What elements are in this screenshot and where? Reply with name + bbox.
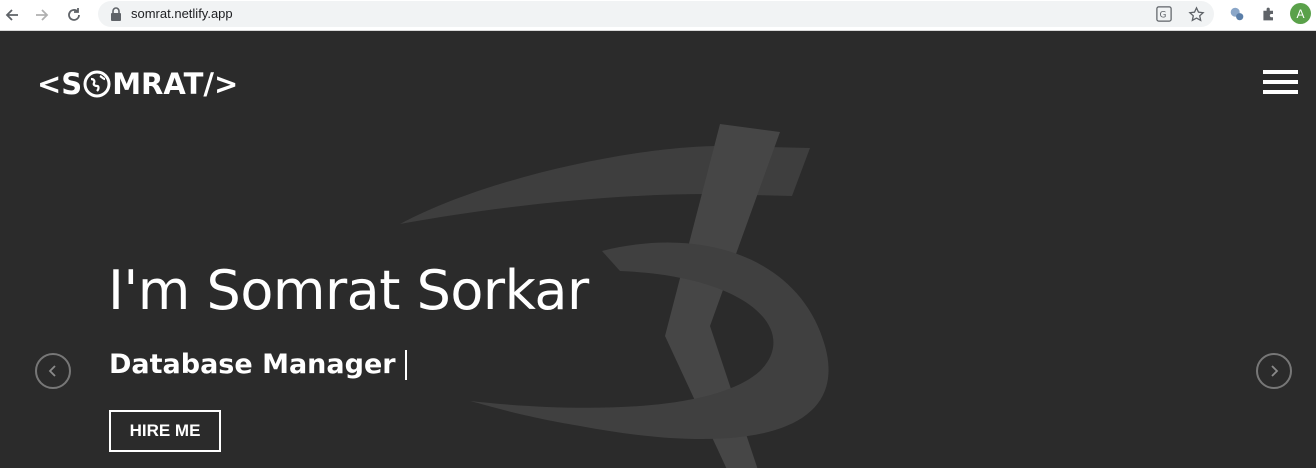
back-arrow-icon[interactable]	[0, 3, 24, 27]
url-text: somrat.netlify.app	[131, 6, 233, 21]
reload-icon[interactable]	[62, 3, 86, 27]
hero-role-text: Database Manager	[109, 349, 407, 380]
profile-avatar[interactable]: A	[1290, 3, 1311, 24]
hamburger-line	[1263, 90, 1298, 94]
puzzle-icon[interactable]	[1259, 4, 1279, 24]
star-icon[interactable]	[1187, 5, 1205, 23]
hamburger-line	[1263, 80, 1298, 84]
hamburger-line	[1263, 70, 1298, 74]
logo-text-left: <S	[37, 67, 83, 101]
chevron-right-icon	[1271, 365, 1279, 377]
address-bar[interactable]: somrat.netlify.app G	[98, 1, 1214, 27]
globe-icon	[83, 70, 111, 98]
next-slide-button[interactable]	[1256, 353, 1292, 389]
typed-role: Database Manager	[109, 349, 396, 380]
hire-me-button[interactable]: HIRE ME	[109, 410, 221, 452]
translate-icon[interactable]: G	[1155, 5, 1173, 23]
logo-text-right: MRAT/>	[112, 67, 239, 101]
hero-section: <S MRAT/> I'm Somrat Sorkar Database Man…	[0, 31, 1316, 468]
lock-icon	[111, 7, 121, 21]
extension-icon[interactable]	[1227, 4, 1247, 24]
site-logo[interactable]: <S MRAT/>	[37, 67, 238, 101]
forward-arrow-icon[interactable]	[30, 3, 54, 27]
menu-hamburger-icon[interactable]	[1263, 70, 1298, 95]
browser-toolbar: somrat.netlify.app G A	[0, 0, 1316, 31]
svg-text:G: G	[1160, 11, 1167, 21]
prev-slide-button[interactable]	[35, 353, 71, 389]
hero-headline: I'm Somrat Sorkar	[108, 259, 589, 322]
typing-cursor	[404, 349, 407, 380]
chevron-left-icon	[48, 365, 56, 377]
